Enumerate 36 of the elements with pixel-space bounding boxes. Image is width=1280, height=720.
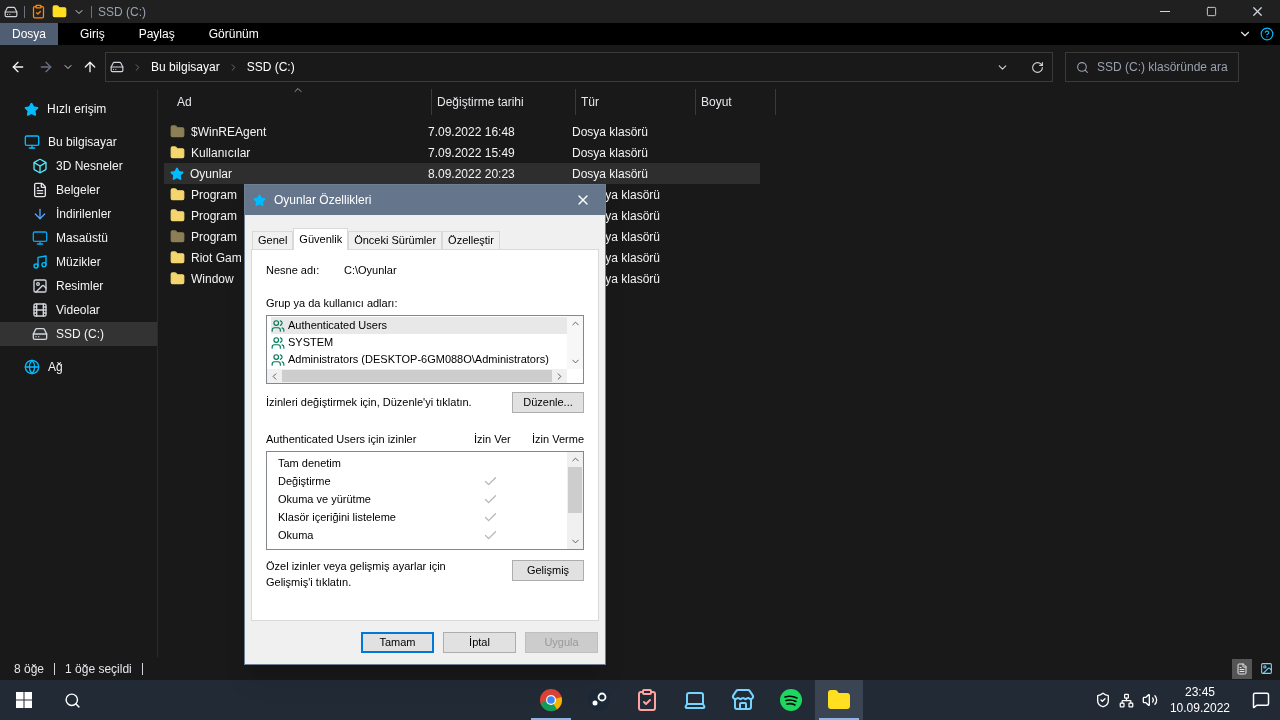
file-name: Window [191, 270, 234, 288]
file-type: Dosya klasörü [572, 123, 650, 141]
file-name: Program [191, 186, 237, 204]
file-type: ya klasörü [605, 270, 660, 288]
column-heading: İzin Verme [531, 432, 584, 447]
file-type: Dosya klasörü [572, 165, 650, 183]
permissions-heading: Authenticated Users için izinler [266, 432, 418, 447]
modified-date: 8.09.2022 20:23 [428, 166, 515, 181]
file-name: Program [191, 207, 237, 225]
file-type: ya klasörü [605, 249, 660, 267]
status-text: 1 öğe seçildi [65, 660, 132, 678]
permission-name: Değiştirme [278, 474, 332, 490]
permission-name: Okuma ve yürütme [278, 492, 372, 508]
file-name: Oyunlar [190, 165, 233, 183]
field-label: Grup ya da kullanıcı adları: [266, 295, 399, 311]
file-name: $WinREAgent [191, 123, 267, 141]
file-name: Kullanıcılar [191, 144, 251, 162]
object-path: C:\Oyunlar [344, 263, 397, 278]
file-type: ya klasörü [605, 207, 660, 225]
modified-date: 7.09.2022 15:49 [428, 145, 515, 160]
file-name: Riot Gam [191, 249, 242, 267]
window-title: SSD (C:) [98, 3, 146, 21]
dialog-title: Oyunlar Özellikleri [274, 192, 373, 209]
file-type: ya klasörü [605, 186, 660, 204]
permission-name: Tam denetim [278, 456, 342, 472]
field-label: Nesne adı: [266, 263, 321, 278]
file-type: Dosya klasörü [572, 144, 650, 162]
modified-date: 7.09.2022 16:48 [428, 124, 515, 139]
file-type: ya klasörü [605, 228, 660, 246]
hint-text: İzinleri değiştirmek için, Düzenle'yi tıklatın. [266, 395, 472, 410]
status-text: 8 öğe [14, 660, 45, 678]
file-name: Program [191, 228, 237, 246]
column-heading: İzin Ver [474, 432, 512, 447]
permission-name: Okuma [278, 528, 315, 544]
permission-name: Klasör içeriğini listeleme [278, 510, 397, 526]
hint-text: Özel izinler veya gelişmiş ayarlar için Gelişmiş'i tıklatın. [266, 558, 447, 590]
